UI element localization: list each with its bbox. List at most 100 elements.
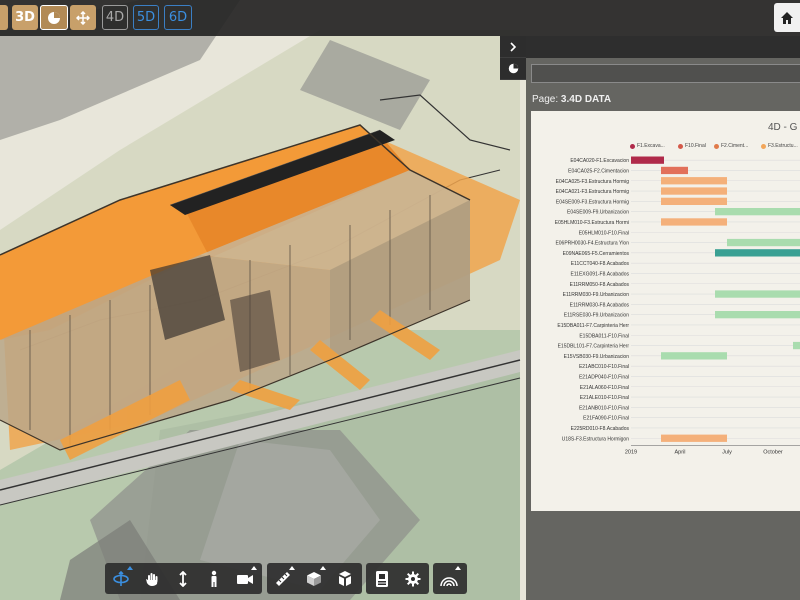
- gantt-task-label: E21ALE010-F10.Final: [580, 395, 629, 401]
- measure-button[interactable]: [267, 563, 298, 594]
- gantt-task-label: E21FA090-F10.Final: [583, 416, 629, 422]
- submenu-indicator: [455, 566, 461, 570]
- gantt-task-bar[interactable]: [661, 218, 727, 226]
- gantt-task-label: E06PRH0030-F4.Estructura Ylon: [555, 241, 629, 247]
- top-toolbar: 3D 4D 5D 6D: [0, 0, 800, 36]
- move-tool-button[interactable]: [70, 5, 96, 30]
- section-box-button[interactable]: [298, 563, 329, 594]
- orbit-button[interactable]: [105, 563, 136, 594]
- gantt-task-label: E11CCT040-F8.Acabados: [571, 261, 630, 267]
- panel-tools-group: [366, 563, 429, 594]
- gantt-task-label: E04SE009-F9.Urbanizacion: [567, 210, 629, 216]
- chart-view-button[interactable]: [40, 5, 68, 30]
- extras-group: [433, 563, 467, 594]
- gantt-chart: E04CA020-F1.Excavacion E04CA025-F2.Ciment…: [555, 156, 800, 455]
- explode-model-icon: [338, 570, 351, 586]
- first-person-icon: [211, 570, 216, 587]
- gantt-task-bar[interactable]: [715, 208, 800, 216]
- zoom-button[interactable]: [167, 563, 198, 594]
- gantt-task-label: E11RRM050-F8.Acabados: [570, 282, 630, 288]
- settings-button[interactable]: [397, 563, 428, 594]
- pan-button[interactable]: [136, 563, 167, 594]
- submenu-indicator: [320, 566, 326, 570]
- pie-chart-icon: [508, 63, 518, 74]
- zoom-arrows-icon: [178, 570, 187, 587]
- left-edge-tab[interactable]: [0, 5, 8, 30]
- gantt-axis-tick-label: July: [722, 449, 732, 455]
- first-person-button[interactable]: [198, 563, 229, 594]
- gantt-task-label: E05HLM010-F10.Final: [579, 230, 629, 236]
- gantt-task-bar[interactable]: [715, 290, 800, 298]
- page-title: Page: 3.4D DATA: [532, 94, 611, 105]
- gantt-task-label: E11EXG091-F8.Acabados: [570, 271, 629, 277]
- gantt-task-label: E15DBA011-F7.Carpinteria Herr: [557, 323, 629, 329]
- page-prefix: Page:: [532, 94, 561, 105]
- page-name: 3.4D DATA: [560, 94, 612, 105]
- settings-gear-icon: [405, 571, 420, 586]
- gantt-task-label: E21ABC010-F10.Final: [579, 364, 629, 370]
- measure-ruler-icon: [275, 571, 290, 586]
- gantt-task-label: E05HLM010-F3.Estructura Hormi: [555, 220, 629, 226]
- gantt-task-label: E04CA025-F2.Cimentacion: [568, 168, 629, 174]
- gantt-task-label: E04CA025-F3.Estructura Hormig: [556, 179, 630, 185]
- gantt-task-label: E225RD010-F8.Acabados: [571, 426, 630, 432]
- data-panel: Page: 3.4D DATA 4D - G F1.Excava... F10.…: [526, 36, 800, 600]
- model-tools-group: [267, 563, 362, 594]
- chart-panel-tab[interactable]: [500, 58, 526, 80]
- home-button[interactable]: [774, 3, 800, 32]
- panel-tab-strip: [500, 36, 526, 80]
- submenu-indicator: [251, 566, 257, 570]
- gantt-task-label: E21ALA060-F10.Final: [580, 385, 629, 391]
- chevron-right-icon: [510, 41, 517, 52]
- orbit-icon: [112, 570, 129, 586]
- panel-header: [526, 36, 800, 58]
- gantt-task-label: E04CA021-F3.Estructura Hormig: [556, 189, 630, 195]
- gantt-task-bar[interactable]: [661, 434, 727, 442]
- gantt-task-bar[interactable]: [661, 166, 688, 175]
- section-box-icon: [306, 571, 321, 586]
- submenu-indicator: [127, 566, 133, 570]
- gantt-task-bar[interactable]: [715, 249, 800, 257]
- camera-icon: [236, 574, 253, 584]
- collapse-panel-button[interactable]: [500, 36, 526, 58]
- explode-button[interactable]: [329, 563, 360, 594]
- camera-button[interactable]: [229, 563, 260, 594]
- gantt-task-bar[interactable]: [661, 197, 727, 205]
- gantt-task-label: E15DBL101-F7.Carpinteria Herr: [558, 344, 630, 350]
- gantt-task-label: E21ANB010-F10.Final: [579, 405, 629, 411]
- gantt-task-bar[interactable]: [631, 156, 664, 164]
- submenu-indicator: [289, 566, 295, 570]
- gantt-task-label: E15DBA011-F10.Final: [579, 333, 629, 339]
- page-select-field[interactable]: [531, 64, 800, 83]
- properties-button[interactable]: [366, 563, 397, 594]
- gantt-task-bar[interactable]: [661, 177, 727, 185]
- gantt-task-label: E21ADP040-F10.Final: [579, 374, 629, 380]
- gantt-task-bar[interactable]: [793, 341, 800, 350]
- gantt-task-label: E15VSB030-F9.Urbanizacion: [564, 354, 630, 360]
- gantt-chart-card: 4D - G F1.Excava... F10.Final F2.Ciment.…: [531, 111, 800, 511]
- mode-5d-button[interactable]: 5D: [133, 5, 159, 30]
- navigation-tools-group: [105, 563, 262, 594]
- properties-panel-icon: [375, 570, 388, 587]
- gantt-axis-tick-label: April: [674, 449, 685, 455]
- gantt-task-label: E09NAE065-F5.Cerramientos: [563, 251, 630, 257]
- gantt-task-bar[interactable]: [727, 238, 800, 247]
- app-logo-button[interactable]: [433, 563, 464, 594]
- gantt-task-bar[interactable]: [661, 352, 727, 360]
- home-icon: [781, 11, 793, 24]
- gantt-task-label: E11RRM030-F9.Urbanizacion: [563, 292, 630, 298]
- gantt-axis-tick-label: 2019: [625, 449, 637, 455]
- move-arrows-icon: [76, 10, 90, 25]
- gantt-task-label: E11RRM030-F8.Acabados: [570, 302, 630, 308]
- gantt-task-label: U18S-F3.Estructura Hormigon: [562, 436, 629, 442]
- gantt-task-label: E11RSE030-F9.Urbanizacion: [564, 313, 629, 319]
- mode-4d-button[interactable]: 4D: [102, 5, 128, 30]
- gantt-task-label: E04SE009-F3.Estructura Hormig: [556, 199, 629, 205]
- gantt-task-bar[interactable]: [661, 187, 727, 195]
- mode-3d-button[interactable]: 3D: [12, 5, 38, 30]
- mode-6d-button[interactable]: 6D: [164, 5, 192, 30]
- rainbow-logo-icon: [439, 576, 458, 586]
- gantt-task-label: E04CA020-F1.Excavacion: [570, 158, 629, 164]
- gantt-task-bar[interactable]: [715, 311, 800, 319]
- gantt-axis-tick-label: October: [763, 449, 783, 455]
